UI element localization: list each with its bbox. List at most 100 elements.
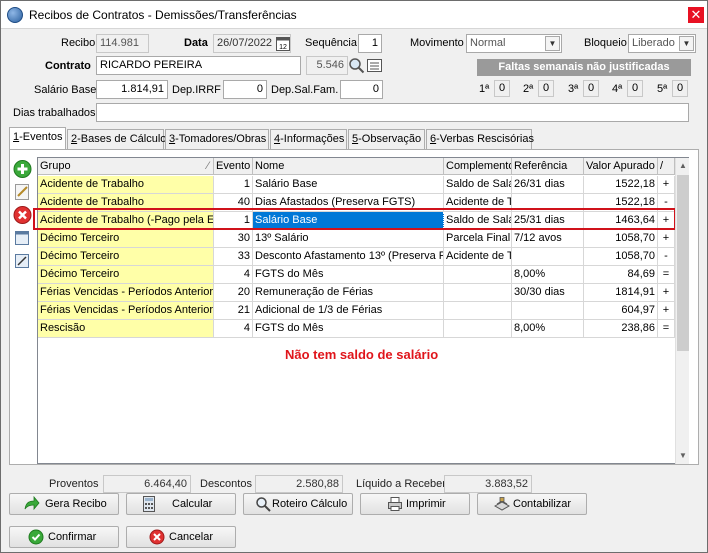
scroll-up-icon[interactable]: ▲ <box>676 158 690 174</box>
tab-eventos[interactable]: 1-Eventos <box>9 127 66 150</box>
cell-nome[interactable]: FGTS do Mês <box>253 320 444 338</box>
cell-grupo[interactable]: Férias Vencidas - Períodos Anteriore <box>38 302 214 320</box>
cell-grupo[interactable]: Décimo Terceiro <box>38 266 214 284</box>
document-edit-icon[interactable] <box>12 251 33 271</box>
cell-nome[interactable]: Adicional de 1/3 de Férias <box>253 302 444 320</box>
confirmar-button[interactable]: Confirmar <box>9 526 119 548</box>
cell-valor-apurado[interactable]: 1522,18 <box>584 176 658 194</box>
table-row[interactable]: Décimo Terceiro 4 FGTS do Mês 8,00% 84,69 = <box>38 266 675 284</box>
cell-grupo[interactable]: Décimo Terceiro <box>38 230 214 248</box>
cell-sinal[interactable]: = <box>658 320 675 338</box>
calendar-icon[interactable]: 12 <box>276 36 290 51</box>
add-icon[interactable] <box>12 159 33 179</box>
contrato-field[interactable]: RICARDO PEREIRA <box>96 56 301 75</box>
cell-referencia[interactable] <box>512 302 584 320</box>
cell-valor-apurado[interactable]: 1814,91 <box>584 284 658 302</box>
col-evento[interactable]: Evento <box>214 158 253 175</box>
edit-icon[interactable] <box>12 182 33 202</box>
col-nome[interactable]: Nome <box>253 158 444 175</box>
table-row[interactable]: Acidente de Trabalho 1 Salário Base Saldo d… <box>38 176 675 194</box>
close-button[interactable]: ✕ <box>688 7 704 23</box>
table-row[interactable]: Décimo Terceiro 33 Desconto Afastamento 13… <box>38 248 675 266</box>
cell-valor-apurado[interactable]: 84,69 <box>584 266 658 284</box>
cell-sinal[interactable]: + <box>658 230 675 248</box>
chevron-down-icon[interactable]: ▼ <box>545 36 560 51</box>
search-icon[interactable] <box>348 57 365 74</box>
cell-referencia[interactable]: 8,00% <box>512 320 584 338</box>
imprimir-button[interactable]: Imprimir <box>360 493 470 515</box>
tab-verbas-rescisorias[interactable]: 6-Verbas Rescisórias <box>426 129 534 149</box>
week-4-field[interactable]: 0 <box>627 80 643 97</box>
col-valor-apurado[interactable]: Valor Apurado <box>584 158 658 175</box>
cell-valor-apurado[interactable]: 1058,70 <box>584 248 658 266</box>
calcular-button[interactable]: Calcular <box>126 493 236 515</box>
cell-evento[interactable]: 1 <box>214 176 253 194</box>
salfam-field[interactable]: 0 <box>340 80 383 99</box>
cell-evento[interactable]: 33 <box>214 248 253 266</box>
cell-complemento[interactable] <box>444 266 512 284</box>
cell-sinal[interactable]: = <box>658 266 675 284</box>
scroll-thumb[interactable] <box>677 175 689 351</box>
cell-complemento[interactable]: Saldo de Salá <box>444 176 512 194</box>
roteiro-calculo-button[interactable]: Roteiro Cálculo <box>243 493 353 515</box>
cell-sinal[interactable]: - <box>658 248 675 266</box>
contabilizar-button[interactable]: Contabilizar <box>477 493 587 515</box>
col-grupo[interactable]: Grupo ⁄ <box>38 158 214 175</box>
cell-sinal[interactable]: + <box>658 302 675 320</box>
cell-evento[interactable]: 21 <box>214 302 253 320</box>
cell-complemento[interactable] <box>444 284 512 302</box>
cell-referencia[interactable]: 26/31 dias <box>512 176 584 194</box>
cell-sinal[interactable]: + <box>658 284 675 302</box>
scroll-down-icon[interactable]: ▼ <box>676 448 690 464</box>
col-referencia[interactable]: Referência <box>512 158 584 175</box>
cell-valor-apurado[interactable]: 238,86 <box>584 320 658 338</box>
cell-referencia[interactable] <box>512 248 584 266</box>
cell-complemento[interactable] <box>444 320 512 338</box>
cell-grupo[interactable]: Acidente de Trabalho <box>38 176 214 194</box>
salario-field[interactable]: 1.814,91 <box>96 80 168 99</box>
gera-recibo-button[interactable]: Gera Recibo <box>9 493 119 515</box>
cell-evento[interactable]: 30 <box>214 230 253 248</box>
copy-icon[interactable] <box>12 228 33 248</box>
week-2-field[interactable]: 0 <box>538 80 554 97</box>
cell-complemento[interactable]: Parcela Final <box>444 230 512 248</box>
eventos-grid[interactable]: Grupo ⁄ Evento Nome Complemento Referênci… <box>37 157 689 464</box>
week-5-field[interactable]: 0 <box>672 80 688 97</box>
week-3-field[interactable]: 0 <box>583 80 599 97</box>
sequencia-field[interactable]: 1 <box>358 34 382 53</box>
cell-complemento[interactable]: Acidente de T <box>444 248 512 266</box>
delete-icon[interactable] <box>12 205 33 225</box>
table-row[interactable]: Décimo Terceiro 30 13º Salário Parcela Fina… <box>38 230 675 248</box>
cell-complemento[interactable] <box>444 302 512 320</box>
cancelar-button[interactable]: Cancelar <box>126 526 236 548</box>
cell-sinal[interactable]: + <box>658 176 675 194</box>
dias-field[interactable] <box>96 103 689 122</box>
cell-valor-apurado[interactable]: 604,97 <box>584 302 658 320</box>
tab-tomadores-obras[interactable]: 3-Tomadores/Obras <box>165 129 269 149</box>
chevron-down-icon[interactable]: ▼ <box>679 36 694 51</box>
cell-nome[interactable]: Salário Base <box>253 176 444 194</box>
cell-valor-apurado[interactable]: 1058,70 <box>584 230 658 248</box>
irrf-field[interactable]: 0 <box>223 80 267 99</box>
table-row[interactable]: Rescisão 4 FGTS do Mês 8,00% 238,86 = <box>38 320 675 338</box>
bloqueio-select[interactable]: Liberado ▼ <box>628 34 696 53</box>
tab-informacoes[interactable]: 4-Informações <box>270 129 347 149</box>
movimento-select[interactable]: Normal ▼ <box>466 34 562 53</box>
tab-observacao[interactable]: 5-Observação <box>348 129 425 149</box>
cell-evento[interactable]: 20 <box>214 284 253 302</box>
cell-evento[interactable]: 4 <box>214 266 253 284</box>
col-sinal[interactable]: / <box>658 158 675 175</box>
cell-nome[interactable]: Remuneração de Férias <box>253 284 444 302</box>
cell-grupo[interactable]: Décimo Terceiro <box>38 248 214 266</box>
cell-evento[interactable]: 4 <box>214 320 253 338</box>
cell-nome[interactable]: Desconto Afastamento 13º (Preserva F <box>253 248 444 266</box>
week-1-field[interactable]: 0 <box>494 80 510 97</box>
tab-bases-calculo[interactable]: 2-Bases de Cálculo <box>67 129 166 149</box>
cell-grupo[interactable]: Férias Vencidas - Períodos Anteriore <box>38 284 214 302</box>
cell-nome[interactable]: 13º Salário <box>253 230 444 248</box>
table-row[interactable]: Férias Vencidas - Períodos Anteriore 20 Re… <box>38 284 675 302</box>
table-row[interactable]: Férias Vencidas - Períodos Anteriore 21 Ad… <box>38 302 675 320</box>
cell-referencia[interactable]: 30/30 dias <box>512 284 584 302</box>
grid-scrollbar[interactable]: ▲ ▼ <box>675 158 689 464</box>
cell-nome[interactable]: FGTS do Mês <box>253 266 444 284</box>
